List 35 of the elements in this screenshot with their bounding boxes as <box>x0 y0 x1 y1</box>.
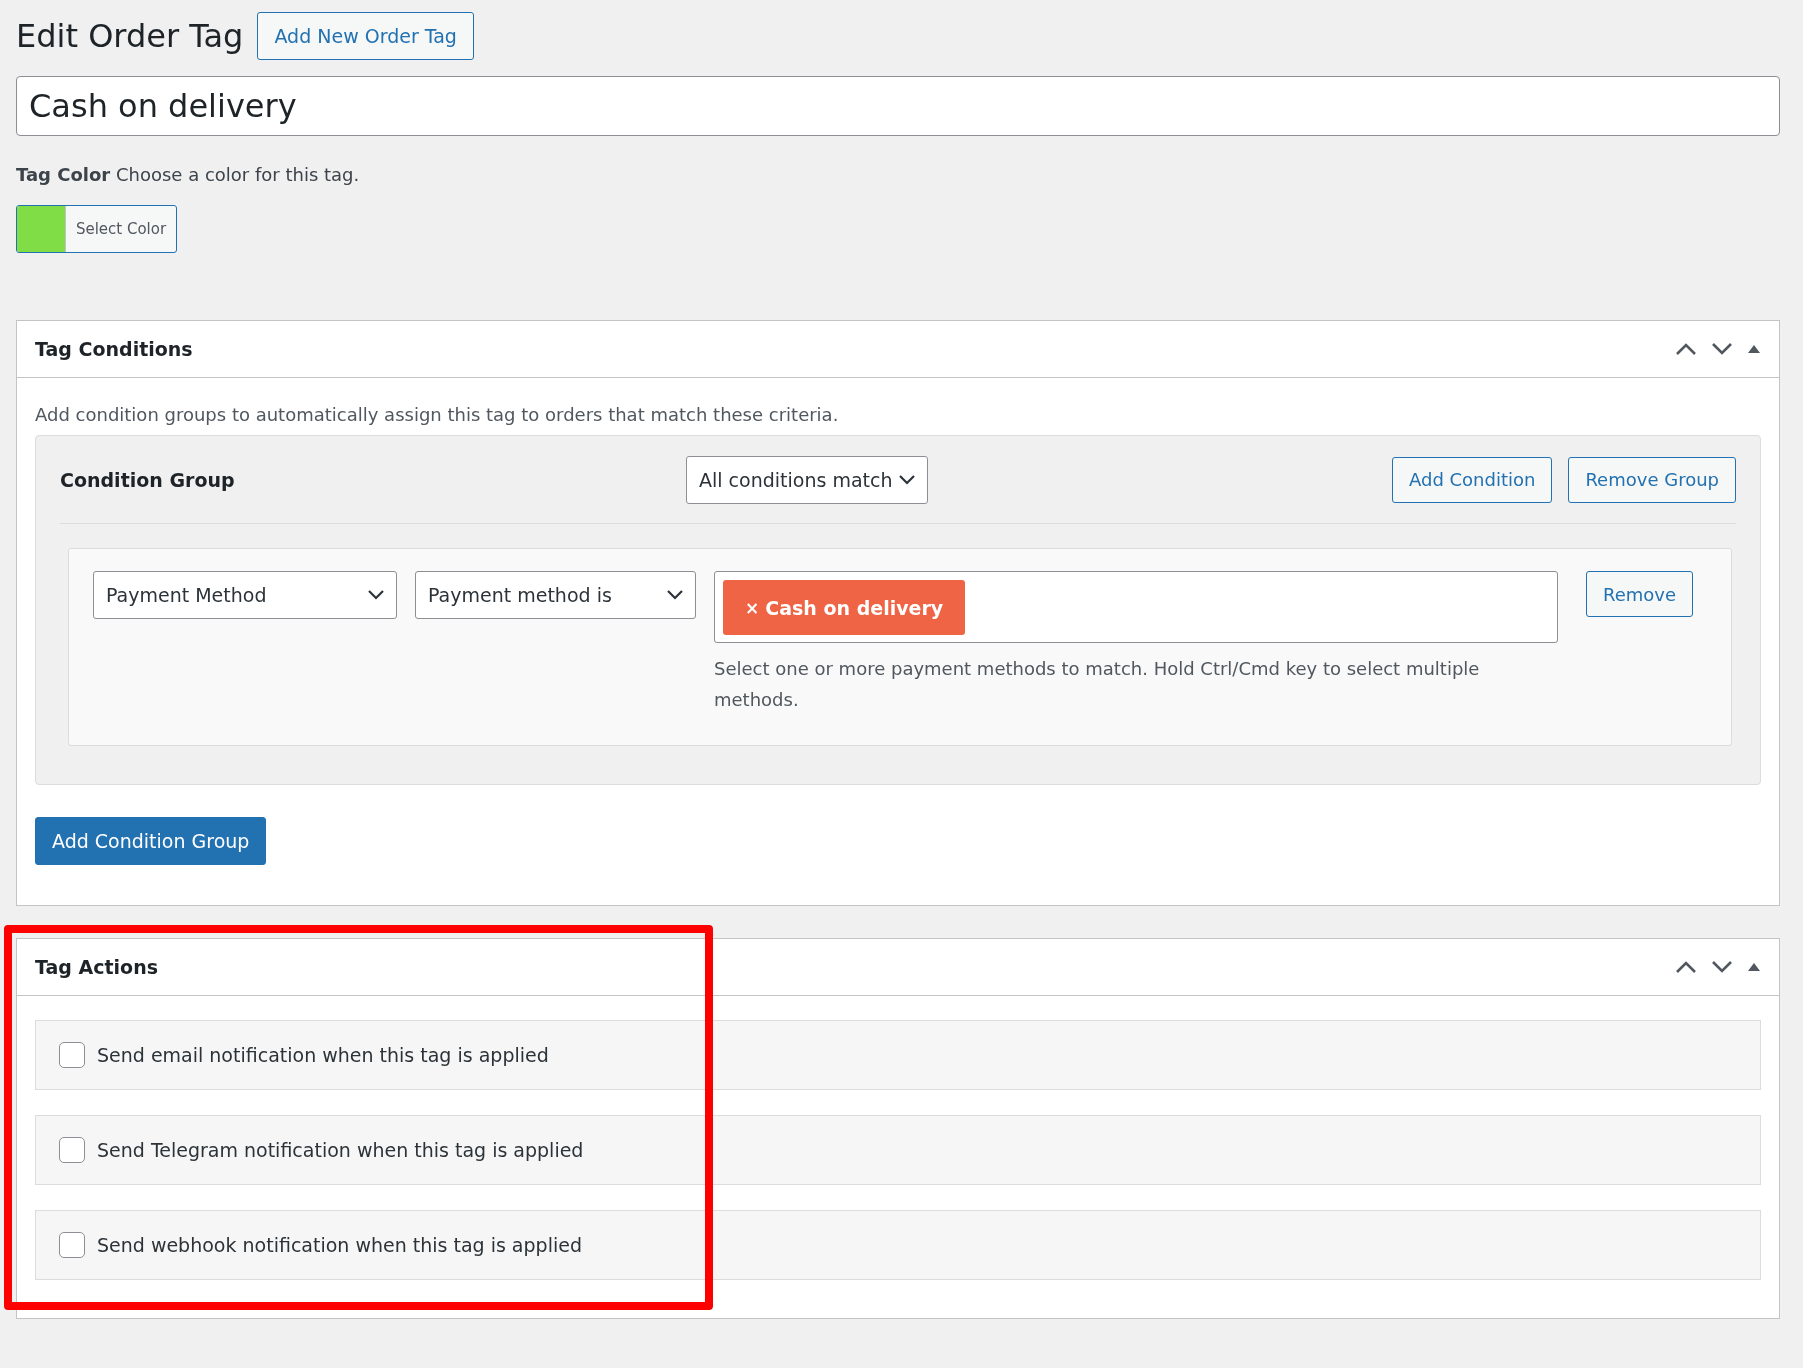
chevron-down-icon <box>368 590 384 600</box>
option-label: Send email notification when this tag is applied <box>97 1044 549 1066</box>
move-down-icon[interactable] <box>1711 960 1733 974</box>
add-condition-group-button[interactable]: Add Condition Group <box>35 817 267 865</box>
select-color-button[interactable]: Select Color <box>16 205 177 253</box>
match-select[interactable]: All conditions match <box>686 455 928 504</box>
checkbox[interactable] <box>59 1042 85 1068</box>
panel-title: Tag Actions <box>35 956 159 978</box>
panel-description: Add condition groups to automatically assign this tag to orders that match these criteria. <box>35 404 840 425</box>
field-help-text: Select one or more payment methods to match. Hold Ctrl/Cmd key to select multiple methods. <box>714 657 1481 712</box>
tag-color-label: Tag Color Choose a color for this tag. <box>16 164 361 185</box>
action-option-row[interactable]: Send email notification when this tag is applied <box>35 1020 1761 1090</box>
group-title: Condition Group <box>60 468 236 491</box>
remove-group-button[interactable]: Remove Group <box>1568 456 1736 503</box>
collapse-icon[interactable] <box>1747 962 1761 972</box>
panel-title: Tag Conditions <box>35 338 194 360</box>
page-title: Edit Order Tag <box>16 17 244 55</box>
remove-condition-button[interactable]: Remove <box>1586 571 1694 617</box>
operator-select[interactable]: Payment method is <box>415 571 696 619</box>
chevron-down-icon <box>667 590 683 600</box>
chevron-down-icon <box>899 474 915 485</box>
tag-name-input[interactable]: Cash on delivery <box>16 76 1780 136</box>
move-up-icon[interactable] <box>1675 342 1697 356</box>
field-select[interactable]: Payment Method <box>93 571 397 619</box>
add-new-order-tag-button[interactable]: Add New Order Tag <box>257 12 474 60</box>
option-label: Send webhook notification when this tag is applied <box>97 1234 582 1256</box>
move-down-icon[interactable] <box>1711 342 1733 356</box>
checkbox[interactable] <box>59 1232 85 1258</box>
option-label: Send Telegram notification when this tag is applied <box>97 1139 584 1161</box>
move-up-icon[interactable] <box>1675 960 1697 974</box>
action-option-row[interactable]: Send webhook notification when this tag is applied <box>35 1210 1761 1280</box>
checkbox[interactable] <box>59 1137 85 1163</box>
add-condition-button[interactable]: Add Condition <box>1391 456 1553 503</box>
collapse-icon[interactable] <box>1747 344 1761 354</box>
action-option-row[interactable]: Send Telegram notification when this tag is applied <box>35 1115 1761 1185</box>
